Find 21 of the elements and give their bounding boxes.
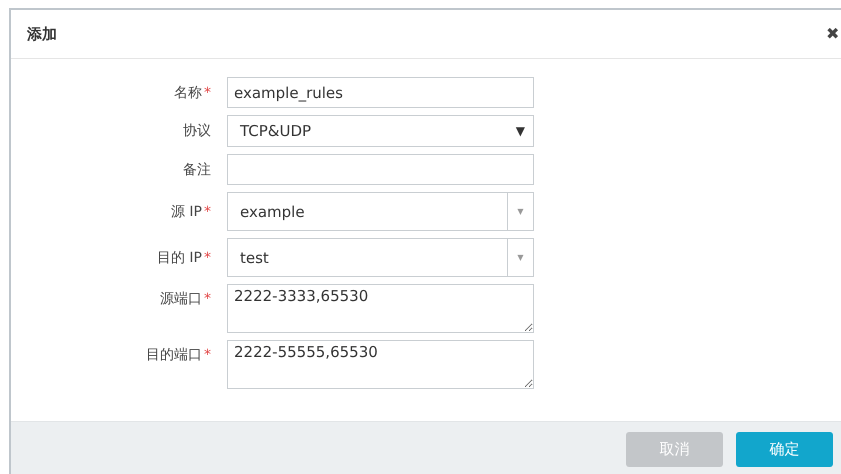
field-label: 目的 IP <box>156 250 202 266</box>
text-area[interactable]: 2222-3333,65530 <box>227 284 534 333</box>
text-area[interactable]: 2222-55555,65530 <box>227 340 534 389</box>
required-mark: * <box>204 291 211 307</box>
required-mark: * <box>204 84 211 100</box>
combo-field[interactable]: example ▼ <box>227 192 534 231</box>
combo-field[interactable]: test ▼ <box>227 238 534 277</box>
required-mark: * <box>204 347 211 363</box>
field-label: 备注 <box>183 162 211 178</box>
field-label: 协议 <box>183 123 211 139</box>
close-button[interactable]: ✖ <box>826 24 839 44</box>
required-mark: * <box>204 250 211 266</box>
input-field[interactable] <box>227 154 534 185</box>
input-field[interactable]: example_rules <box>227 77 534 108</box>
field-label: 源端口 <box>160 291 202 307</box>
select-field[interactable]: TCP&UDP ▼ <box>227 115 534 147</box>
field-label: 源 IP <box>170 204 202 220</box>
dialog-title: 添加 <box>27 24 57 44</box>
required-mark: * <box>204 204 211 220</box>
field-label: 名称 <box>174 84 202 100</box>
field-label: 目的端口 <box>146 347 202 363</box>
